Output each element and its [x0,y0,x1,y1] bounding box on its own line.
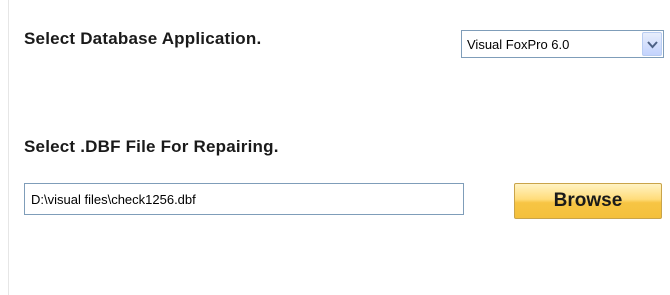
select-database-label: Select Database Application. [24,29,262,48]
database-application-dropdown[interactable]: Visual FoxPro 6.0 [461,30,664,58]
repair-options-panel: Select Database Application. Visual FoxP… [0,0,670,295]
dbf-file-path-input[interactable] [24,183,464,215]
dropdown-arrow-button[interactable] [642,32,662,56]
browse-button[interactable]: Browse [514,183,662,219]
select-dbf-file-label: Select .DBF File For Repairing. [24,137,279,156]
database-application-selected-value: Visual FoxPro 6.0 [467,37,570,52]
panel-left-divider [8,0,9,295]
chevron-down-icon [647,41,658,49]
